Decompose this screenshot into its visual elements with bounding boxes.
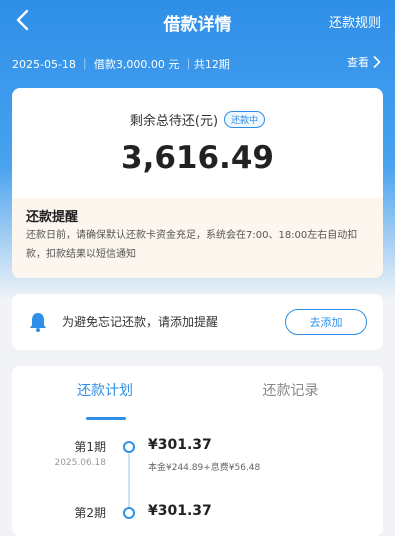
reminder-card: 为避免忘记还款，请添加提醒 去添加 <box>12 294 383 350</box>
repayment-rules-link[interactable]: 还款规则 <box>329 12 381 31</box>
period-date: 2025.06.18 <box>54 458 106 468</box>
notice-body: 还款日前，请确保默认还款卡资金充足，系统会在7:00、18:00左右自动扣款，扣… <box>26 230 358 260</box>
timeline-dot <box>123 507 135 519</box>
period-detail: 本金¥244.89+息费¥56.48 <box>148 463 261 473</box>
repayment-tabs-card: 还款计划 还款记录 第1期 2025.06.18 ¥301.37 本金¥244.… <box>12 366 383 536</box>
tab-repayment-plan[interactable]: 还款计划 <box>12 380 198 400</box>
status-badge: 还款中 <box>224 111 266 128</box>
period-amount: ¥301.37 <box>148 437 212 453</box>
active-tab-indicator <box>86 417 126 420</box>
reminder-text: 为避免忘记还款，请添加提醒 <box>62 315 219 329</box>
tab-repayment-records[interactable]: 还款记录 <box>198 380 383 400</box>
notice-title: 还款提醒 <box>26 210 79 225</box>
repayment-notice: 还款提醒 还款日前，请确保默认还款卡资金充足，系统会在7:00、18:00左右自… <box>12 198 383 278</box>
period-amount: ¥301.37 <box>148 503 212 519</box>
view-label: 查看 <box>347 56 369 69</box>
period-label: 第2期 <box>74 506 106 520</box>
add-reminder-button[interactable]: 去添加 <box>285 309 367 335</box>
bell-icon <box>30 313 46 332</box>
loan-summary-text: 2025-05-18 ｜ 借款3,000.00 元 ｜共12期 <box>12 58 230 71</box>
loan-summary-bar: 2025-05-18 ｜ 借款3,000.00 元 ｜共12期 查看 <box>0 52 395 74</box>
remaining-row: 剩余总待还(元) 还款中 <box>12 110 383 129</box>
remaining-label: 剩余总待还(元) <box>129 114 219 129</box>
remaining-amount: 3,616.49 <box>121 140 274 176</box>
period-label: 第1期 <box>74 440 106 454</box>
repayment-summary-card: 剩余总待还(元) 还款中 3,616.49 还款提醒 还款日前，请确保默认还款卡… <box>12 88 383 278</box>
chevron-right-icon <box>373 56 381 68</box>
timeline-dot <box>123 441 135 453</box>
top-nav-bar: 借款详情 还款规则 <box>0 0 395 40</box>
view-button[interactable]: 查看 <box>347 54 381 70</box>
